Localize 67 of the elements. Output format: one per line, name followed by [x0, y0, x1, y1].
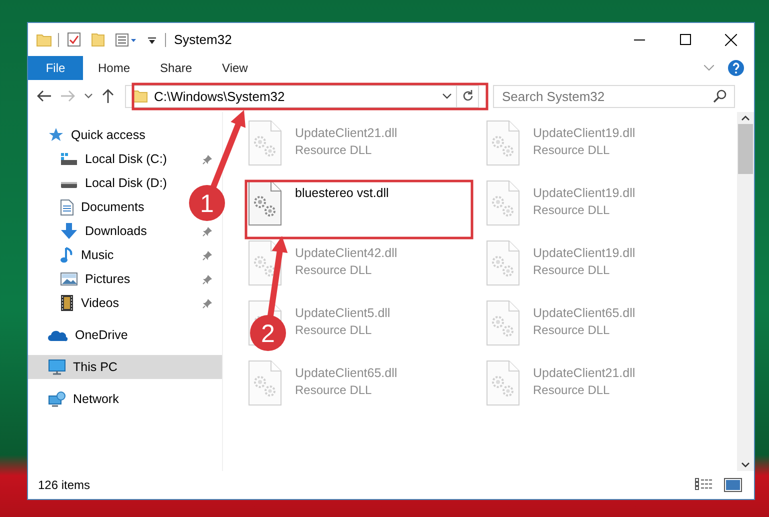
folder-icon	[36, 32, 52, 46]
sidebar-item[interactable]: This PC	[28, 355, 222, 379]
search-field[interactable]: Search System32	[493, 84, 735, 108]
expand-ribbon-icon[interactable]	[702, 63, 716, 73]
step-number-marker: 2	[250, 315, 286, 351]
computer-icon	[48, 359, 66, 375]
step-number-marker: 1	[189, 185, 225, 221]
sidebar-item[interactable]: Videos	[28, 291, 222, 315]
pin-icon	[202, 154, 213, 164]
sidebar-item[interactable]: Network	[28, 387, 125, 411]
picture-icon	[60, 272, 78, 286]
sidebar-item[interactable]: Documents	[28, 195, 150, 219]
dll-file-icon	[486, 180, 520, 226]
dll-file-icon	[486, 300, 520, 346]
file-type: Resource DLL	[295, 263, 373, 277]
dll-file-icon	[486, 360, 520, 406]
large-icons-view-icon[interactable]	[722, 476, 744, 494]
dll-file-icon	[486, 120, 520, 166]
cloud-icon	[48, 328, 68, 342]
drive-icon	[60, 152, 78, 166]
ribbon-tab[interactable]: Home	[83, 56, 146, 80]
pin-icon	[202, 274, 213, 284]
sidebar-item[interactable]: Quick access	[28, 123, 152, 147]
file-type: Resource DLL	[533, 143, 611, 157]
sidebar-item[interactable]: Local Disk (D:)	[28, 171, 173, 195]
view-list-icon[interactable]	[113, 30, 139, 48]
music-note-icon	[60, 246, 74, 264]
scrollbar-thumb[interactable]	[738, 124, 753, 174]
help-icon[interactable]	[726, 58, 746, 78]
file-type: Resource DLL	[295, 323, 373, 337]
search-icon[interactable]	[713, 88, 727, 102]
sidebar-item[interactable]: Music	[28, 243, 222, 267]
file-type: Resource DLL	[295, 383, 373, 397]
recent-locations-caret-icon[interactable]	[82, 91, 95, 101]
file-type: Resource DLL	[533, 263, 611, 277]
dll-file-icon	[486, 240, 520, 286]
sidebar-item[interactable]: Downloads	[28, 219, 222, 243]
film-icon	[60, 294, 74, 312]
item-count: 126 items	[38, 478, 90, 492]
sidebar-item[interactable]: Local Disk (C:)	[28, 147, 222, 171]
sidebar-item[interactable]: OneDrive	[28, 323, 134, 347]
pin-icon	[202, 250, 213, 260]
document-icon	[60, 198, 74, 216]
scrollbar[interactable]	[737, 112, 754, 471]
window-title: System32	[174, 32, 232, 47]
download-arrow-icon	[60, 222, 78, 240]
pin-icon	[202, 226, 213, 236]
dll-file-icon	[248, 180, 282, 226]
ribbon-tab[interactable]: View	[207, 56, 263, 80]
maximize-icon[interactable]	[680, 34, 690, 45]
file-type: Resource DLL	[533, 203, 611, 217]
file-name[interactable]: bluestereo vst.dll	[295, 186, 389, 200]
file-type: Resource DLL	[533, 323, 611, 337]
network-icon	[48, 391, 66, 407]
dll-file-icon	[248, 120, 282, 166]
pin-icon	[202, 298, 213, 308]
file-type: Resource DLL	[533, 383, 611, 397]
address-field[interactable]: C:\Windows\System32	[125, 84, 479, 108]
properties-icon[interactable]	[65, 30, 83, 49]
sidebar-item[interactable]: Pictures	[28, 267, 222, 291]
file-type: Resource DLL	[295, 143, 373, 157]
ribbon-tab[interactable]: Share	[145, 56, 208, 80]
star-icon	[48, 127, 64, 143]
file-menu-tab[interactable]: File	[28, 56, 83, 80]
close-icon[interactable]	[725, 34, 737, 46]
dll-file-icon	[248, 240, 282, 286]
dll-file-icon	[248, 360, 282, 406]
